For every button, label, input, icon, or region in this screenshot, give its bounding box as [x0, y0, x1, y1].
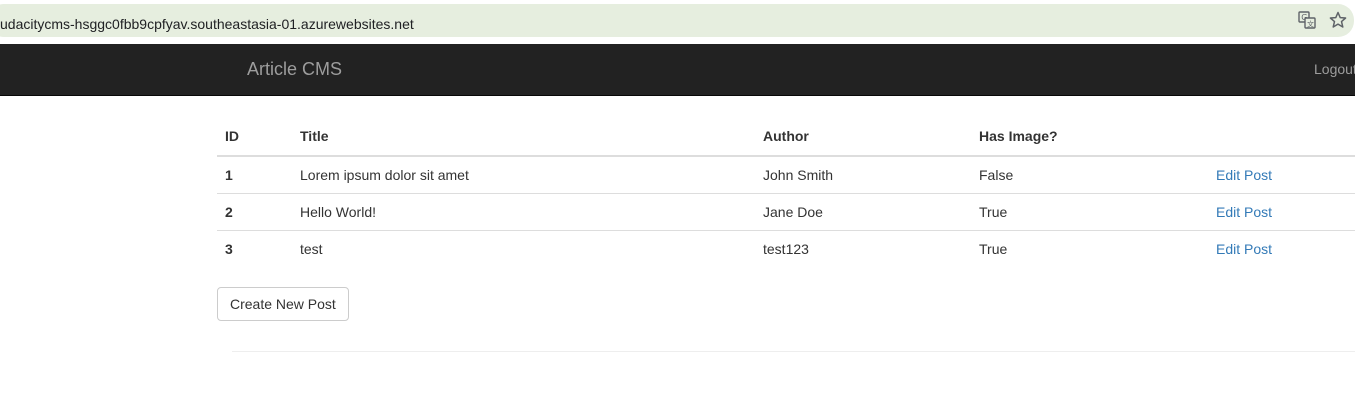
top-navbar: Article CMS Logout: [0, 44, 1355, 96]
header-id: ID: [217, 117, 292, 157]
bookmark-star-icon[interactable]: [1329, 11, 1347, 29]
header-action: [1208, 117, 1355, 157]
row-id: 3: [225, 241, 233, 257]
url-text[interactable]: udacitycms-hsggc0fbb9cpfyav.southeastasi…: [0, 16, 414, 32]
table-row: 1 Lorem ipsum dolor sit amet John Smith …: [217, 156, 1355, 194]
table-row: 3 test test123 True Edit Post: [217, 231, 1355, 268]
row-author: John Smith: [755, 156, 971, 194]
row-title: test: [300, 241, 323, 257]
row-action-cell: Edit Post: [1208, 231, 1355, 268]
posts-table: ID Title Author Has Image? 1 Lorem ipsum…: [217, 117, 1355, 267]
row-has-image: True: [979, 241, 1008, 257]
row-action-cell: Edit Post: [1208, 193, 1355, 231]
table-header-row: ID Title Author Has Image?: [217, 117, 1355, 157]
address-bar[interactable]: udacitycms-hsggc0fbb9cpfyav.southeastasi…: [0, 4, 1354, 37]
edit-post-link[interactable]: Edit Post: [1216, 204, 1272, 220]
header-has-image: Has Image?: [971, 117, 1208, 157]
row-author: test123: [763, 241, 809, 257]
table-row: 2 Hello World! Jane Doe True Edit Post: [217, 193, 1355, 231]
edit-post-link[interactable]: Edit Post: [1216, 241, 1272, 257]
row-action-cell: Edit Post: [1208, 156, 1355, 194]
row-author: Jane Doe: [755, 193, 971, 231]
main-content: ID Title Author Has Image? 1 Lorem ipsum…: [217, 117, 1355, 267]
browser-toolbar: udacitycms-hsggc0fbb9cpfyav.southeastasi…: [0, 0, 1355, 44]
row-title: Hello World!: [292, 193, 755, 231]
row-has-image: True: [971, 193, 1208, 231]
header-title: Title: [292, 117, 755, 157]
svg-text:文: 文: [1307, 19, 1314, 28]
row-id: 1: [217, 156, 292, 194]
footer-divider: [232, 351, 1355, 352]
create-new-post-button[interactable]: Create New Post: [217, 287, 349, 321]
brand-link[interactable]: Article CMS: [247, 59, 342, 80]
row-has-image: False: [971, 156, 1208, 194]
row-title: Lorem ipsum dolor sit amet: [292, 156, 755, 194]
logout-link[interactable]: Logout: [1314, 61, 1355, 77]
translate-icon[interactable]: G 文: [1298, 11, 1316, 29]
header-author: Author: [755, 117, 971, 157]
row-id: 2: [217, 193, 292, 231]
edit-post-link[interactable]: Edit Post: [1216, 167, 1272, 183]
